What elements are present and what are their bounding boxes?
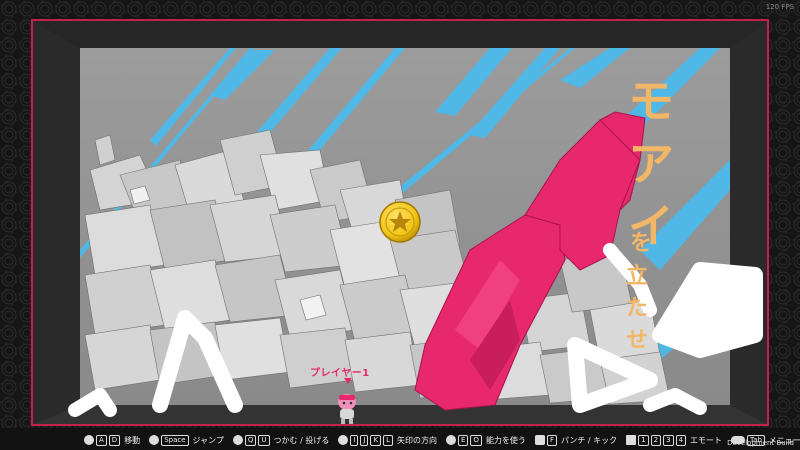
game-scene	[0, 0, 800, 450]
key: 1	[638, 434, 649, 446]
title-char: を	[630, 231, 653, 256]
dpad-icon	[626, 435, 637, 445]
control-label: ジャンプ	[192, 435, 224, 445]
player-label: プレイヤー1	[310, 368, 370, 379]
control-grab: Q U つかむ / 投げる	[232, 434, 330, 446]
dev-build-label: Development Build	[727, 439, 794, 447]
buttons-icon	[149, 435, 160, 445]
key: U	[258, 434, 270, 446]
title-char: せ	[626, 328, 649, 353]
key: 3	[663, 434, 674, 446]
stick-icon	[338, 435, 349, 445]
face-button-icon	[534, 435, 545, 445]
control-jump: Space ジャンプ	[149, 434, 224, 446]
control-label: パンチ / キック	[560, 435, 618, 445]
title-char: モ	[628, 74, 674, 128]
title-char: 立	[626, 264, 649, 289]
stick-icon	[84, 435, 94, 445]
key: L	[383, 434, 393, 446]
control-label: つかむ / 投げる	[273, 435, 330, 445]
control-label: エモート	[690, 435, 723, 445]
buttons-icon	[445, 435, 456, 445]
control-direction: I J K L 矢印の方向	[338, 434, 437, 446]
control-move: A D 移動	[84, 434, 141, 446]
title-char: ア	[628, 137, 674, 191]
key: 4	[675, 434, 687, 446]
fps-counter: 120 FPS	[765, 3, 794, 11]
key: I	[350, 434, 359, 446]
control-label: 移動	[124, 435, 141, 445]
key: 2	[650, 434, 662, 446]
control-emote: 1 2 3 4 エモート	[626, 434, 723, 446]
bumper-icon	[232, 435, 243, 445]
key: D	[108, 434, 121, 446]
control-label: 矢印の方向	[396, 435, 437, 445]
key: Space	[161, 434, 189, 446]
control-label: 能力を使う	[485, 435, 526, 445]
key: K	[370, 434, 382, 446]
key: A	[96, 434, 107, 446]
controls-bar: A D 移動 Space ジャンプ Q U つかむ / 投げる I J K L …	[0, 430, 800, 450]
key: E	[457, 434, 469, 446]
title-char: た	[626, 296, 649, 321]
control-ability: E O 能力を使う	[445, 434, 526, 446]
key: O	[470, 434, 482, 446]
key: F	[546, 434, 557, 446]
key: Q	[244, 434, 257, 446]
player-marker-icon	[344, 378, 352, 384]
key: J	[360, 434, 369, 446]
control-punch: F パンチ / キック	[534, 434, 618, 446]
coin-icon	[379, 201, 421, 243]
